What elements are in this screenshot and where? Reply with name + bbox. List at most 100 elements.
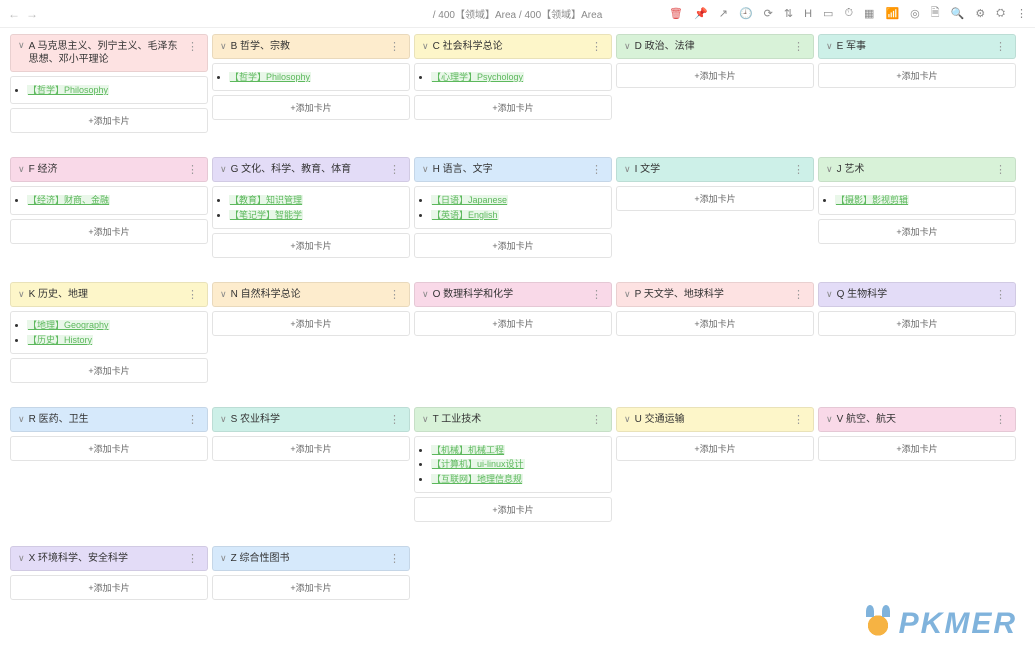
card[interactable]: 【教育】知识管理【笔记学】智能学 <box>212 186 410 229</box>
lane-header[interactable]: ∨J 艺术⋮ <box>818 157 1016 182</box>
lane-menu-icon[interactable]: ⋮ <box>791 163 806 176</box>
lane-header[interactable]: ∨I 文学⋮ <box>616 157 814 182</box>
lane-header[interactable]: ∨Q 生物科学⋮ <box>818 282 1016 307</box>
h-icon[interactable]: H <box>804 8 812 20</box>
share-icon[interactable]: ↗ <box>719 7 728 20</box>
add-card-button[interactable]: +添加卡片 <box>414 497 612 522</box>
add-card-button[interactable]: +添加卡片 <box>616 311 814 336</box>
sort-icon[interactable]: ⇅ <box>784 7 793 20</box>
lane-menu-icon[interactable]: ⋮ <box>791 413 806 426</box>
card-link[interactable]: 【哲学】Philosophy <box>27 85 109 95</box>
wifi-icon[interactable]: 📶 <box>885 7 899 20</box>
lane-header[interactable]: ∨Z 综合性图书⋮ <box>212 546 410 571</box>
refresh-icon[interactable]: ⟳ <box>764 7 773 20</box>
lane-menu-icon[interactable]: ⋮ <box>185 163 200 176</box>
lane-header[interactable]: ∨K 历史、地理⋮ <box>10 282 208 307</box>
more-icon[interactable]: ⋮ <box>1016 7 1027 20</box>
lane-menu-icon[interactable]: ⋮ <box>791 40 806 53</box>
add-card-button[interactable]: +添加卡片 <box>616 186 814 211</box>
lane-menu-icon[interactable]: ⋮ <box>387 552 402 565</box>
card-link[interactable]: 【经济】财商、金融 <box>27 195 110 205</box>
add-card-button[interactable]: +添加卡片 <box>212 95 410 120</box>
add-card-button[interactable]: +添加卡片 <box>818 63 1016 88</box>
lane-menu-icon[interactable]: ⋮ <box>387 413 402 426</box>
card[interactable]: 【经济】财商、金融 <box>10 186 208 214</box>
lane-header[interactable]: ∨C 社会科学总论⋮ <box>414 34 612 59</box>
gear-icon[interactable]: ⚙ <box>975 7 985 20</box>
lane-header[interactable]: ∨S 农业科学⋮ <box>212 407 410 432</box>
lane-header[interactable]: ∨O 数理科学和化学⋮ <box>414 282 612 307</box>
lane-header[interactable]: ∨G 文化、科学、教育、体育⋮ <box>212 157 410 182</box>
add-card-button[interactable]: +添加卡片 <box>10 219 208 244</box>
lane-menu-icon[interactable]: ⋮ <box>185 413 200 426</box>
grid-icon[interactable]: ▦ <box>864 7 874 20</box>
lane-header[interactable]: ∨A 马克思主义、列宁主义、毛泽东思想、邓小平理论⋮ <box>10 34 208 72</box>
add-card-button[interactable]: +添加卡片 <box>616 436 814 461</box>
add-card-button[interactable]: +添加卡片 <box>212 436 410 461</box>
card-link[interactable]: 【心理学】Psychology <box>431 72 524 82</box>
lane-header[interactable]: ∨H 语言、文字⋮ <box>414 157 612 182</box>
lane-menu-icon[interactable]: ⋮ <box>589 163 604 176</box>
add-card-button[interactable]: +添加卡片 <box>818 219 1016 244</box>
lane-menu-icon[interactable]: ⋮ <box>387 288 402 301</box>
lane-header[interactable]: ∨N 自然科学总论⋮ <box>212 282 410 307</box>
add-card-button[interactable]: +添加卡片 <box>414 233 612 258</box>
lane-header[interactable]: ∨E 军事⋮ <box>818 34 1016 59</box>
trash-icon[interactable]: 🗑 <box>669 7 683 20</box>
card[interactable]: 【机械】机械工程【计算机】ui-linux设计【互联网】地理信息规 <box>414 436 612 493</box>
card[interactable]: 【日语】Japanese 【英语】English <box>414 186 612 229</box>
card-link[interactable]: 【笔记学】智能学 <box>229 210 303 220</box>
lane-header[interactable]: ∨U 交通运输⋮ <box>616 407 814 432</box>
target-icon[interactable]: ◎ <box>910 7 920 20</box>
lane-menu-icon[interactable]: ⋮ <box>993 163 1008 176</box>
lane-header[interactable]: ∨F 经济⋮ <box>10 157 208 182</box>
card-link[interactable]: 【计算机】ui-linux设计 <box>431 459 525 469</box>
pin-icon[interactable]: 📌 <box>694 7 708 20</box>
add-card-button[interactable]: +添加卡片 <box>818 436 1016 461</box>
add-card-button[interactable]: +添加卡片 <box>818 311 1016 336</box>
lane-header[interactable]: ∨B 哲学、宗教⋮ <box>212 34 410 59</box>
lane-header[interactable]: ∨P 天文学、地球科学⋮ <box>616 282 814 307</box>
add-card-button[interactable]: +添加卡片 <box>414 311 612 336</box>
add-card-button[interactable]: +添加卡片 <box>212 311 410 336</box>
settings-icon[interactable]: ⛭ <box>996 7 1005 20</box>
card-link[interactable]: 【英语】English <box>431 210 499 220</box>
lane-header[interactable]: ∨X 环境科学、安全科学⋮ <box>10 546 208 571</box>
lane-menu-icon[interactable]: ⋮ <box>791 288 806 301</box>
search-icon[interactable]: 🔍 <box>951 7 965 20</box>
card[interactable]: 【摄影】影视剪辑 <box>818 186 1016 214</box>
lane-menu-icon[interactable]: ⋮ <box>387 40 402 53</box>
card[interactable]: 【心理学】Psychology <box>414 63 612 91</box>
card-link[interactable]: 【机械】机械工程 <box>431 445 505 455</box>
add-card-button[interactable]: +添加卡片 <box>10 436 208 461</box>
card-link[interactable]: 【哲学】Philosophy <box>229 72 311 82</box>
lane-header[interactable]: ∨D 政治、法律⋮ <box>616 34 814 59</box>
card-link[interactable]: 【地理】Geography <box>27 320 110 330</box>
card-link[interactable]: 【日语】Japanese <box>431 195 508 205</box>
card-link[interactable]: 【教育】知识管理 <box>229 195 303 205</box>
add-card-button[interactable]: +添加卡片 <box>10 108 208 133</box>
lane-menu-icon[interactable]: ⋮ <box>993 288 1008 301</box>
add-card-button[interactable]: +添加卡片 <box>414 95 612 120</box>
doc-icon[interactable]: 🗎 <box>931 4 940 23</box>
card[interactable]: 【哲学】Philosophy <box>10 76 208 104</box>
add-card-button[interactable]: +添加卡片 <box>10 358 208 383</box>
lane-menu-icon[interactable]: ⋮ <box>185 288 200 301</box>
lane-header[interactable]: ∨T 工业技术⋮ <box>414 407 612 432</box>
add-card-button[interactable]: +添加卡片 <box>616 63 814 88</box>
breadcrumb-a[interactable]: 400【领域】Area <box>438 10 516 21</box>
clock-icon[interactable]: ⏱ <box>844 7 853 20</box>
card-link[interactable]: 【摄影】影视剪辑 <box>835 195 909 205</box>
card[interactable]: 【地理】Geography【历史】History <box>10 311 208 354</box>
lane-menu-icon[interactable]: ⋮ <box>185 40 200 53</box>
breadcrumb[interactable]: / 400【领域】Area / 400【领域】Area <box>433 6 603 21</box>
add-card-button[interactable]: +添加卡片 <box>212 233 410 258</box>
lane-menu-icon[interactable]: ⋮ <box>993 40 1008 53</box>
lane-header[interactable]: ∨R 医药、卫生⋮ <box>10 407 208 432</box>
back-arrow-icon[interactable]: ← <box>8 7 20 21</box>
forward-arrow-icon[interactable]: → <box>26 7 38 21</box>
lane-menu-icon[interactable]: ⋮ <box>993 413 1008 426</box>
lane-menu-icon[interactable]: ⋮ <box>589 40 604 53</box>
add-card-button[interactable]: +添加卡片 <box>10 575 208 600</box>
card[interactable]: 【哲学】Philosophy <box>212 63 410 91</box>
